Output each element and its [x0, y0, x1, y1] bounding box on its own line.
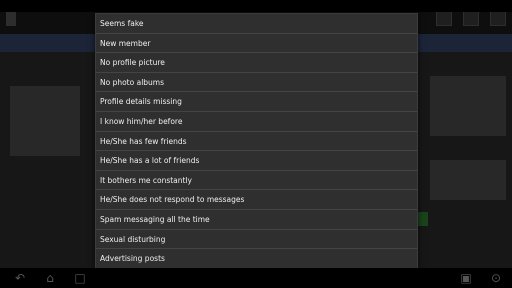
option-no-photo-albums[interactable]: No photo albums: [96, 73, 417, 93]
option-know-before[interactable]: I know him/her before: [96, 112, 417, 132]
system-nav-bar: ↶ ⌂ □ ▣ ⊙: [0, 268, 512, 288]
option-few-friends[interactable]: He/She has few friends: [96, 132, 417, 152]
option-new-member[interactable]: New member: [96, 34, 417, 54]
screenshot-icon[interactable]: ▣: [456, 271, 476, 285]
report-reason-dialog: Seems fake New member No profile picture…: [95, 13, 418, 270]
option-profile-details-missing[interactable]: Profile details missing: [96, 92, 417, 112]
back-icon[interactable]: ↶: [10, 271, 30, 285]
settings-icon[interactable]: ⊙: [486, 271, 506, 285]
option-advertising-posts[interactable]: Advertising posts: [96, 249, 417, 269]
option-sexual-disturbing[interactable]: Sexual disturbing: [96, 230, 417, 250]
option-no-response[interactable]: He/She does not respond to messages: [96, 190, 417, 210]
recent-apps-icon[interactable]: □: [70, 271, 90, 285]
option-lot-of-friends[interactable]: He/She has a lot of friends: [96, 151, 417, 171]
option-spam-messaging[interactable]: Spam messaging all the time: [96, 210, 417, 230]
home-icon[interactable]: ⌂: [40, 271, 60, 285]
option-bothers-constantly[interactable]: It bothers me constantly: [96, 171, 417, 191]
option-no-profile-picture[interactable]: No profile picture: [96, 53, 417, 73]
option-seems-fake[interactable]: Seems fake: [96, 14, 417, 34]
